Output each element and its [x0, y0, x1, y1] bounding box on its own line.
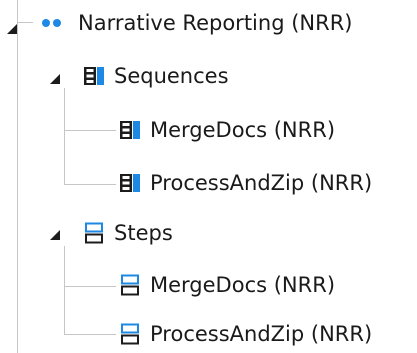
tree-node-label: ProcessAndZip (NRR): [150, 171, 373, 195]
expand-toggle-root[interactable]: [7, 24, 17, 34]
tree-node-label: Narrative Reporting (NRR): [78, 11, 353, 35]
tree-node-label: Steps: [114, 221, 173, 245]
tree-connector: [64, 130, 116, 131]
sequence-icon: [82, 64, 106, 88]
tree-node-steps[interactable]: Steps: [82, 216, 173, 250]
tree-connector: [64, 286, 116, 287]
tree-node-step-item[interactable]: MergeDocs (NRR): [118, 268, 335, 302]
step-icon: [118, 322, 142, 346]
tree-node-sequences[interactable]: Sequences: [82, 59, 229, 93]
navigation-tree: Narrative Reporting (NRR) Sequences Merg…: [0, 0, 417, 353]
tree-node-step-item[interactable]: ProcessAndZip (NRR): [118, 317, 372, 351]
tree-connector: [17, 0, 18, 353]
tree-connector: [17, 22, 33, 23]
tree-node-sequence-item[interactable]: ProcessAndZip (NRR): [118, 166, 372, 200]
tree-node-sequence-item[interactable]: MergeDocs (NRR): [118, 113, 335, 147]
tree-node-label: ProcessAndZip (NRR): [150, 322, 373, 346]
expand-toggle-sequences[interactable]: [50, 74, 60, 84]
tree-connector: [64, 246, 65, 334]
tree-connector: [64, 334, 116, 335]
tree-node-narrative-reporting[interactable]: Narrative Reporting (NRR): [38, 6, 352, 40]
step-icon: [118, 273, 142, 297]
tree-connector: [64, 184, 116, 185]
tree-node-label: MergeDocs (NRR): [150, 118, 336, 142]
tree-connector: [64, 88, 65, 185]
step-icon: [82, 221, 106, 245]
sequence-icon: [118, 118, 142, 142]
expand-toggle-steps[interactable]: [50, 230, 60, 240]
tree-node-label: Sequences: [114, 64, 229, 88]
dots-icon: [38, 11, 72, 35]
tree-node-label: MergeDocs (NRR): [150, 273, 336, 297]
sequence-icon: [118, 171, 142, 195]
